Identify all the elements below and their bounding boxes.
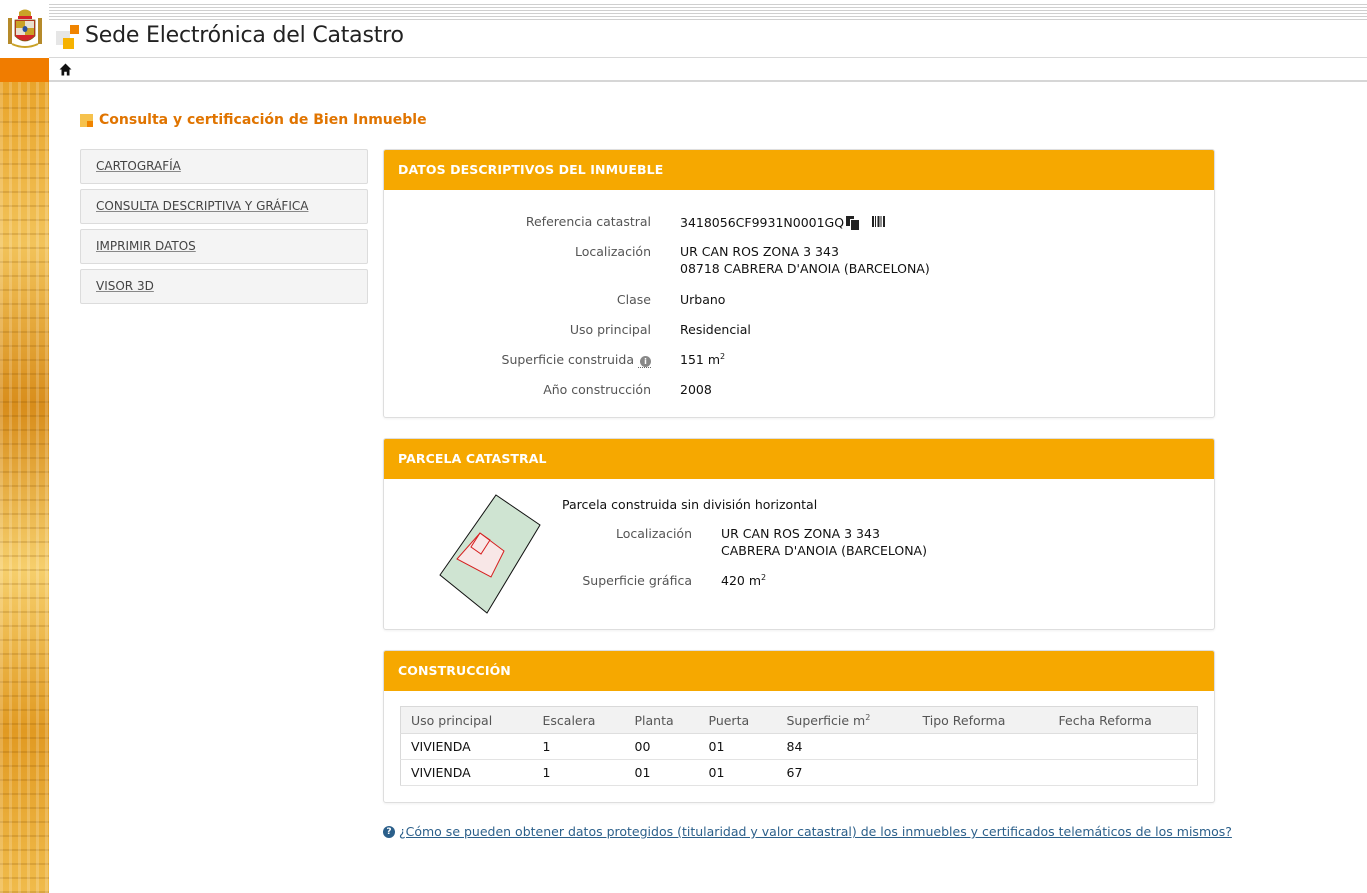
table-row: VIVIENDA 1 00 01 84 (400, 733, 1198, 760)
left-decorative-strip (0, 82, 49, 893)
parcela-localizacion-label: Localización (615, 526, 692, 541)
parcel-map-thumbnail[interactable] (436, 491, 544, 615)
superficie-construida-label-block: Superficie construida i (444, 352, 651, 368)
table-row: VIVIENDA 1 01 01 67 (400, 759, 1198, 786)
cell-superficie: 84 (776, 733, 913, 760)
parcela-localizacion-line1: UR CAN ROS ZONA 3 343 (721, 526, 880, 541)
cell-superficie: 67 (776, 759, 913, 786)
barcode-icon[interactable] (872, 216, 887, 229)
clase-value: Urbano (680, 292, 726, 307)
col-fecha-reforma: Fecha Reforma (1048, 706, 1198, 734)
col-uso-principal: Uso principal (400, 706, 533, 734)
localizacion-label: Localización (574, 244, 651, 259)
left-orange-bar (0, 58, 49, 82)
cell-uso: VIVIENDA (400, 733, 533, 760)
info-icon[interactable]: i (640, 356, 651, 367)
superficie-construida-label: Superficie construida (501, 352, 635, 367)
localizacion-line2: 08718 CABRERA D'ANOIA (BARCELONA) (680, 261, 930, 276)
superficie-construida-value: 151 m2 (680, 351, 726, 367)
clase-label: Clase (616, 292, 651, 307)
parcela-tipo: Parcela construida sin división horizont… (562, 497, 818, 512)
construccion-heading: CONSTRUCCIÓN (398, 663, 511, 678)
table-header-row: Uso principal Escalera Planta Puerta Sup… (400, 706, 1198, 734)
col-planta: Planta (624, 706, 699, 734)
question-circle-icon: ? (383, 825, 395, 838)
home-icon[interactable] (59, 63, 72, 76)
breadcrumb-bar (49, 58, 1367, 82)
spain-coat-of-arms-icon (8, 9, 42, 48)
side-menu-consulta-descriptiva[interactable]: CONSULTA DESCRIPTIVA Y GRÁFICA (80, 189, 368, 224)
cell-uso: VIVIENDA (400, 759, 533, 786)
datos-descriptivos-panel: DATOS DESCRIPTIVOS DEL INMUEBLE Referenc… (383, 149, 1215, 418)
col-tipo-reforma: Tipo Reforma (912, 706, 1049, 734)
col-escalera: Escalera (532, 706, 625, 734)
side-menu-visor-3d[interactable]: VISOR 3D (80, 269, 368, 304)
cell-puerta: 01 (698, 733, 777, 760)
construccion-table: Uso principal Escalera Planta Puerta Sup… (400, 706, 1198, 786)
side-menu-cartografia[interactable]: CARTOGRAFÍA (80, 149, 368, 184)
help-link-text[interactable]: ¿Cómo se pueden obtener datos protegidos… (399, 824, 1232, 839)
uso-principal-label: Uso principal (569, 322, 651, 337)
side-menu: CARTOGRAFÍA CONSULTA DESCRIPTIVA Y GRÁFI… (80, 149, 368, 309)
parcela-localizacion-value: UR CAN ROS ZONA 3 343 CABRERA D'ANOIA (B… (721, 525, 927, 559)
construccion-panel: CONSTRUCCIÓN Uso principal Escalera Plan… (383, 650, 1215, 803)
col-puerta: Puerta (698, 706, 777, 734)
title-bullet-icon (80, 113, 93, 127)
ref-catastral-value: 3418056CF9931N0001GQ (680, 215, 845, 230)
datos-protegidos-help-link[interactable]: ? ¿Cómo se pueden obtener datos protegid… (383, 824, 1232, 839)
cell-tipo-reforma (912, 759, 1049, 786)
ref-catastral-label: Referencia catastral (525, 214, 651, 229)
cell-tipo-reforma (912, 733, 1049, 760)
anio-construccion-label: Año construcción (543, 382, 651, 397)
site-header: Sede Electrónica del Catastro (49, 20, 1367, 58)
parcela-catastral-heading: PARCELA CATASTRAL (398, 451, 547, 466)
localizacion-line1: UR CAN ROS ZONA 3 343 (680, 244, 839, 259)
col-superficie: Superficie m2 (776, 706, 913, 734)
uso-principal-value: Residencial (680, 322, 751, 337)
superficie-grafica-value: 420 m2 (721, 572, 767, 588)
page-title-block: Consulta y certificación de Bien Inmuebl… (80, 112, 427, 128)
side-menu-imprimir-datos[interactable]: IMPRIMIR DATOS (80, 229, 368, 264)
cell-escalera: 1 (532, 733, 625, 760)
datos-descriptivos-heading: DATOS DESCRIPTIVOS DEL INMUEBLE (398, 162, 664, 177)
header-stripes (49, 4, 1367, 20)
parcela-catastral-panel: PARCELA CATASTRAL Parcela construida sin… (383, 438, 1215, 630)
cell-planta: 00 (624, 733, 699, 760)
cell-fecha-reforma (1048, 733, 1198, 760)
parcela-localizacion-line2: CABRERA D'ANOIA (BARCELONA) (721, 543, 927, 558)
cell-fecha-reforma (1048, 759, 1198, 786)
cell-escalera: 1 (532, 759, 625, 786)
site-title: Sede Electrónica del Catastro (85, 23, 404, 48)
cell-planta: 01 (624, 759, 699, 786)
catastro-logo-icon (56, 25, 80, 49)
localizacion-value: UR CAN ROS ZONA 3 343 08718 CABRERA D'AN… (680, 243, 930, 277)
page-title: Consulta y certificación de Bien Inmuebl… (99, 112, 427, 128)
ref-catastral-field: 3418056CF9931N0001GQ (680, 214, 887, 231)
anio-construccion-value: 2008 (680, 382, 712, 397)
copy-icon[interactable] (846, 216, 861, 231)
cell-puerta: 01 (698, 759, 777, 786)
superficie-grafica-label: Superficie gráfica (582, 573, 692, 588)
